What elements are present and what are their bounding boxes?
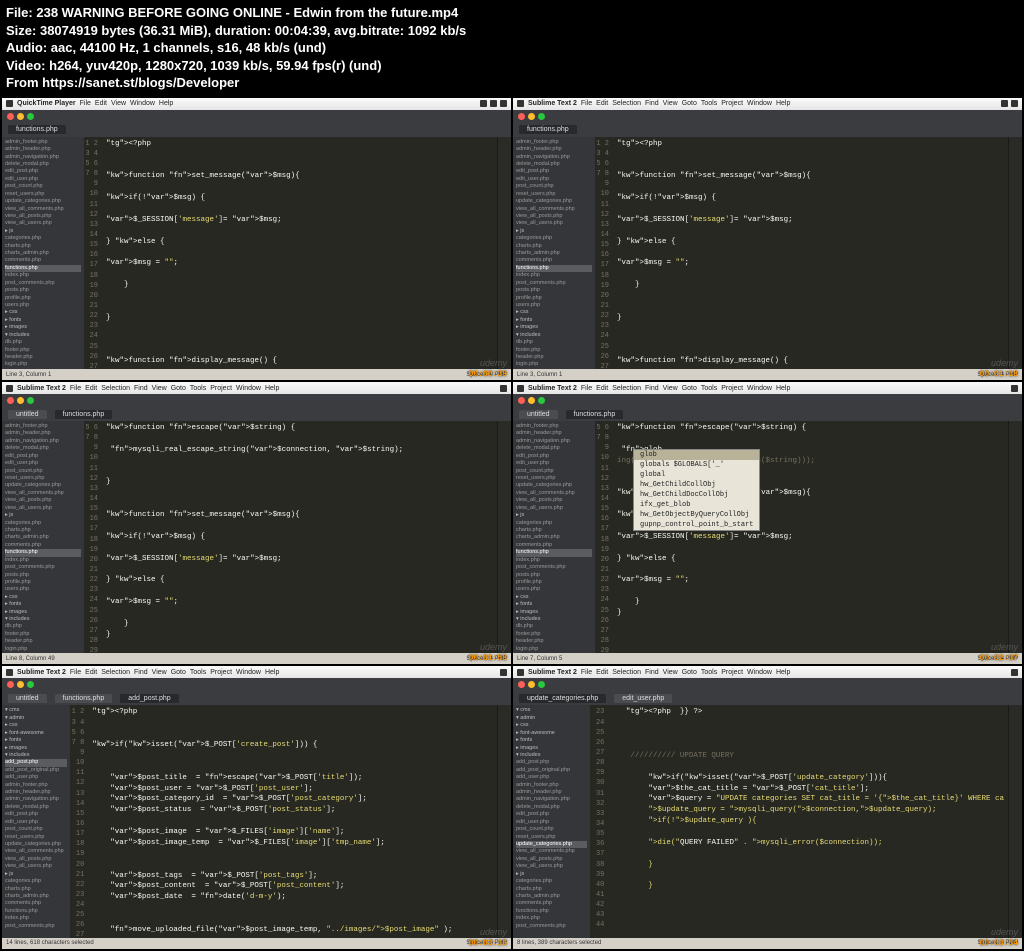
file-name: 238 WARNING BEFORE GOING ONLINE - Edwin …: [36, 5, 458, 20]
audio-label: Audio:: [6, 40, 47, 55]
minimap[interactable]: [497, 137, 511, 369]
thumb-6: Sublime Text 2FileEditSelectionFindViewG…: [513, 666, 1022, 948]
status-left: Line 3, Column 1: [6, 372, 51, 378]
size-value: 38074919 bytes (36.31 MiB), duration: 00…: [40, 23, 466, 38]
minimize-icon[interactable]: [17, 113, 24, 120]
editor-area[interactable]: "tg"><?php "kw">function "fn">set_messag…: [102, 137, 497, 369]
audio-value: aac, 44100 Hz, 1 channels, s16, 48 kb/s …: [51, 40, 326, 55]
menu-file: File: [80, 100, 91, 107]
autocomplete-popup[interactable]: globglobals $GLOBALS['_'globalhw_GetChil…: [633, 449, 760, 531]
timestamp: 00:00:39: [469, 370, 507, 379]
mac-menubar: QuickTime PlayerFileEditViewWindowHelp: [2, 98, 511, 110]
from-label: From: [6, 75, 39, 90]
tab-functions[interactable]: functions.php: [8, 125, 66, 134]
from-url: https://sanet.st/blogs/Developer: [42, 75, 239, 90]
zoom-icon[interactable]: [27, 113, 34, 120]
video-label: Video:: [6, 58, 46, 73]
size-label: Size:: [6, 23, 36, 38]
thumb-5: Sublime Text 2FileEditSelectionFindViewG…: [2, 666, 511, 948]
apple-icon: [6, 100, 13, 107]
video-value: h264, yuv420p, 1280x720, 1039 kb/s, 59.9…: [49, 58, 381, 73]
thumb-3: Sublime Text 2FileEditSelectionFindViewG…: [2, 382, 511, 664]
file-label: File:: [6, 5, 33, 20]
thumb-2: Sublime Text 2FileEditSelectionFindViewG…: [513, 98, 1022, 380]
close-icon[interactable]: [7, 113, 14, 120]
media-info-block: File: 238 WARNING BEFORE GOING ONLINE - …: [0, 0, 1024, 96]
thumb-1: QuickTime PlayerFileEditViewWindowHelp f…: [2, 98, 511, 380]
folder-sidebar[interactable]: admin_footer.phpadmin_header.phpadmin_na…: [2, 137, 84, 369]
watermark: udemy: [480, 358, 507, 368]
thumb-4: Sublime Text 2FileEditSelectionFindViewG…: [513, 382, 1022, 664]
thumbnail-grid: QuickTime PlayerFileEditViewWindowHelp f…: [0, 96, 1024, 951]
